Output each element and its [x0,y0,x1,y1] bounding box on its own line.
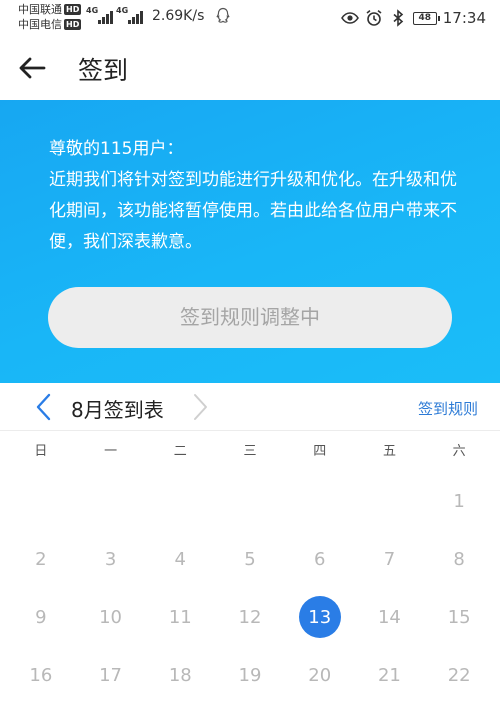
carrier-info: 中国联通 HD 中国电信 HD [18,2,82,32]
calendar-grid: 1 2 3 4 5 6 7 8 9 10 11 12 13 14 15 16 1… [6,472,494,704]
calendar-day[interactable]: 6 [285,530,355,588]
weekday-label: 二 [173,444,187,459]
next-month-chevron-icon[interactable] [190,393,210,421]
calendar-day[interactable]: 19 [215,646,285,704]
calendar-day[interactable]: 12 [215,588,285,646]
carrier-2: 中国电信 [18,18,62,31]
nav-bar: 签到 [0,36,500,100]
notice-greeting: 尊敬的115用户： [49,139,184,159]
calendar-day[interactable]: 15 [424,588,494,646]
sign-rules-adjusting-button[interactable]: 签到规则调整中 [48,287,452,348]
arrow-left-icon [19,57,46,79]
hd-badge-2: HD [64,19,82,30]
calendar-day[interactable]: 22 [424,646,494,704]
calendar-empty-cell [285,472,355,530]
weekday-row: 日 一 二 三 四 五 六 [6,432,494,472]
status-bar: 中国联通 HD 中国电信 HD 4G 4G 2.69K/s 48 17:34 [0,0,500,36]
calendar-day[interactable]: 5 [215,530,285,588]
notice-banner: 尊敬的115用户： 近期我们将针对签到功能进行升级和优化。在升级和优化期间，该功… [0,100,500,383]
signal-2-icon: 4G [116,6,144,26]
calendar-day[interactable]: 21 [355,646,425,704]
battery-icon: 48 [412,11,440,25]
calendar-empty-cell [215,472,285,530]
calendar-day[interactable]: 9 [6,588,76,646]
notice-body: 近期我们将针对签到功能进行升级和优化。在升级和优化期间，该功能将暂停使用。若由此… [49,170,457,252]
page-title: 签到 [78,56,129,85]
prev-month-chevron-icon[interactable] [34,393,54,421]
month-title: 8月签到表 [71,398,164,422]
calendar-day[interactable]: 17 [76,646,146,704]
weekday-label: 六 [452,444,466,459]
calendar-day[interactable]: 2 [6,530,76,588]
weekday-label: 五 [382,444,396,459]
weekday-label: 日 [34,444,48,459]
qq-notification-icon [216,7,230,23]
clock: 17:34 [442,9,486,27]
net-speed: 2.69K/s [152,8,205,24]
notice-text: 尊敬的115用户： 近期我们将针对签到功能进行升级和优化。在升级和优化期间，该功… [49,134,459,258]
hd-badge-1: HD [64,4,82,15]
calendar-day[interactable]: 14 [355,588,425,646]
status-icons-right: 48 17:34 [340,6,486,30]
calendar-header: 8月签到表 签到规则 [0,383,500,431]
weekday-label: 四 [313,444,327,459]
bluetooth-icon [393,9,403,27]
calendar-day[interactable]: 7 [355,530,425,588]
carrier-1: 中国联通 [18,3,62,16]
eye-comfort-icon [340,12,359,24]
calendar-empty-cell [355,472,425,530]
weekday-label: 一 [104,444,118,459]
calendar-empty-cell [76,472,146,530]
calendar-empty-cell [145,472,215,530]
calendar-day[interactable]: 16 [6,646,76,704]
weekday-label: 三 [243,444,257,459]
calendar-day[interactable]: 8 [424,530,494,588]
alarm-icon [366,9,382,26]
calendar-day[interactable]: 10 [76,588,146,646]
calendar-empty-cell [6,472,76,530]
calendar-day[interactable]: 20 [285,646,355,704]
calendar-day[interactable]: 11 [145,588,215,646]
calendar-day[interactable]: 1 [424,472,494,530]
calendar-day[interactable]: 18 [145,646,215,704]
calendar-day[interactable]: 4 [145,530,215,588]
back-button[interactable] [14,50,50,86]
signal-1-icon: 4G [86,6,114,26]
calendar-day-today[interactable]: 13 [285,588,355,646]
sign-rules-link[interactable]: 签到规则 [418,398,478,419]
calendar-day[interactable]: 3 [76,530,146,588]
